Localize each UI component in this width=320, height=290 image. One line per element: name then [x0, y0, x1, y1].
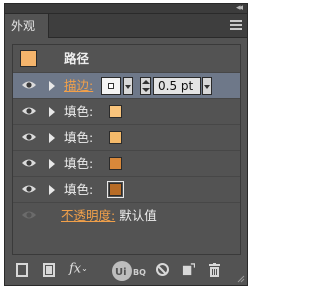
- fill-label: 填色:: [64, 104, 94, 119]
- eye-icon[interactable]: [21, 105, 37, 117]
- stepper-up-icon[interactable]: [142, 80, 150, 84]
- path-title: 路径: [64, 51, 90, 66]
- add-new-fill-button[interactable]: [43, 263, 55, 277]
- stroke-color-dropdown[interactable]: [123, 77, 133, 95]
- panel-title-strip[interactable]: ◂◂: [5, 3, 247, 14]
- opacity-row[interactable]: 不透明度: 默认值: [13, 203, 240, 229]
- opacity-label-group: 不透明度: 默认值: [61, 203, 157, 229]
- path-thumbnail-swatch: [20, 50, 37, 67]
- svg-text:BQ: BQ: [133, 268, 146, 277]
- fill-label: 填色:: [64, 156, 94, 171]
- stepper-down-icon[interactable]: [142, 88, 150, 92]
- fx-label: fx: [69, 261, 82, 277]
- expand-arrow-icon[interactable]: [49, 107, 55, 117]
- stroke-weight-stepper[interactable]: [140, 77, 151, 95]
- expand-arrow-icon[interactable]: [49, 185, 55, 195]
- expand-arrow-icon[interactable]: [49, 133, 55, 143]
- appearance-panel: ◂◂ 外观 路径 描边: 0.5 pt 填色: 填色: 填色: 填色: 不透明度…: [4, 3, 248, 286]
- opacity-value: 默认值: [119, 208, 157, 223]
- panel-menu-icon[interactable]: [230, 20, 242, 31]
- fill-color-swatch[interactable]: [107, 181, 124, 198]
- watermark-logo: Ui BQ: [112, 261, 146, 281]
- svg-text:Ui: Ui: [115, 267, 127, 278]
- fill-row[interactable]: 填色:: [13, 125, 240, 151]
- add-new-stroke-button[interactable]: [16, 263, 28, 277]
- fill-row[interactable]: 填色:: [13, 151, 240, 177]
- clear-appearance-button[interactable]: [156, 263, 169, 276]
- fill-color-swatch[interactable]: [109, 105, 122, 118]
- fill-color-swatch[interactable]: [109, 157, 122, 170]
- eye-icon[interactable]: [21, 157, 37, 169]
- eye-icon[interactable]: [21, 183, 37, 195]
- expand-arrow-icon[interactable]: [49, 159, 55, 169]
- trash-icon[interactable]: [208, 263, 221, 277]
- resize-grip-icon[interactable]: [237, 275, 245, 283]
- stroke-label[interactable]: 描边:: [64, 73, 93, 99]
- fill-row[interactable]: 填色:: [13, 99, 240, 125]
- chevron-down-icon: ⌄: [81, 264, 88, 273]
- stroke-weight-dropdown[interactable]: [202, 77, 212, 95]
- duplicate-item-button[interactable]: [182, 263, 195, 276]
- panel-footer-toolbar: fx⌄ Ui BQ: [5, 255, 247, 285]
- fill-label: 填色:: [64, 182, 94, 197]
- appearance-list: 路径 描边: 0.5 pt 填色: 填色: 填色: 填色: 不透明度: 默认值: [12, 44, 241, 255]
- stroke-color-swatch[interactable]: [101, 77, 121, 95]
- path-row[interactable]: 路径: [13, 45, 240, 73]
- eye-icon[interactable]: [21, 131, 37, 143]
- fill-row[interactable]: 填色:: [13, 177, 240, 203]
- panel-tab-bar: 外观: [5, 14, 247, 38]
- tab-appearance[interactable]: 外观: [5, 14, 49, 38]
- stroke-row[interactable]: 描边: 0.5 pt: [13, 73, 240, 99]
- eye-icon[interactable]: [21, 79, 37, 91]
- opacity-label[interactable]: 不透明度:: [61, 208, 115, 223]
- eye-icon: [22, 211, 36, 219]
- add-effect-button[interactable]: fx⌄: [69, 260, 88, 278]
- fill-label: 填色:: [64, 130, 94, 145]
- fill-color-swatch[interactable]: [109, 131, 122, 144]
- stroke-weight-input[interactable]: 0.5 pt: [153, 77, 201, 95]
- expand-arrow-icon[interactable]: [49, 81, 55, 91]
- double-chevron-icon[interactable]: ◂◂: [236, 3, 243, 14]
